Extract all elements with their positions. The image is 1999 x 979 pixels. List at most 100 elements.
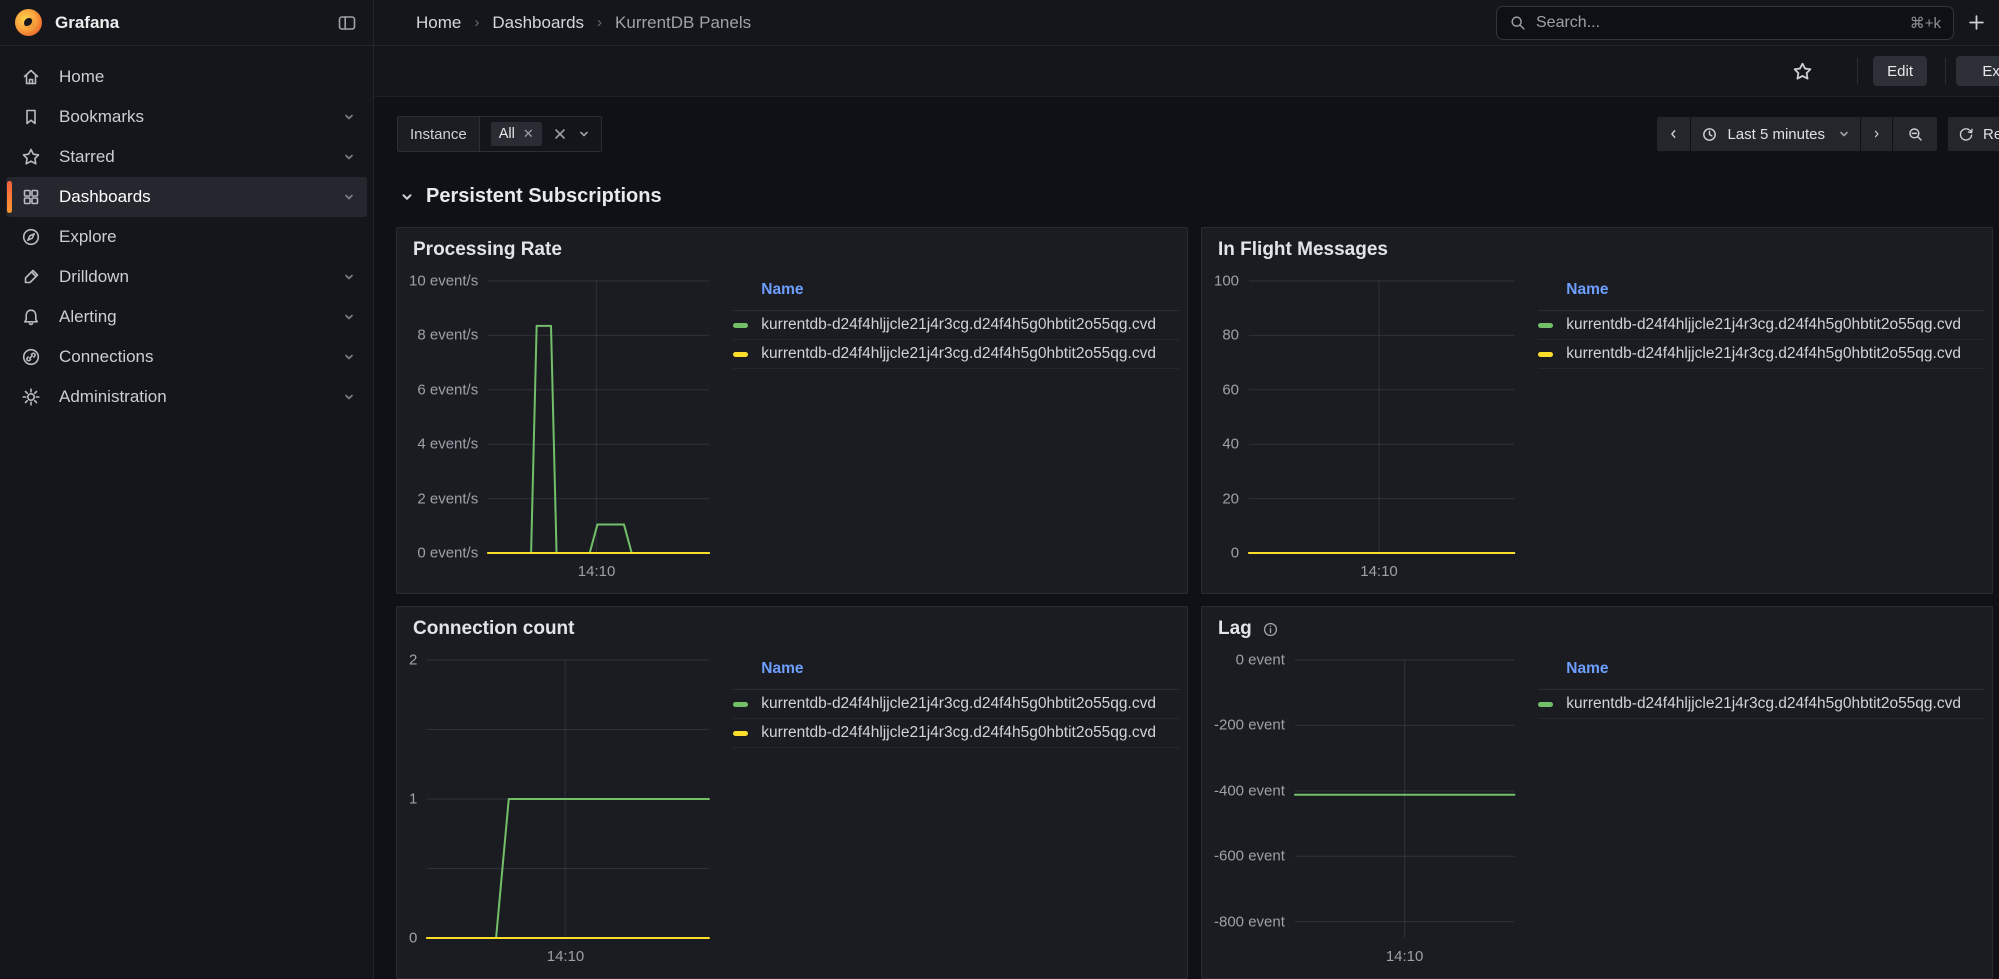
series-name: kurrentdb-d24f4hljjcle21j4r3cg.d24f4h5g0… xyxy=(1566,316,1961,334)
search-icon xyxy=(1509,14,1527,32)
add-plus-icon[interactable] xyxy=(1968,14,1985,31)
sidebar-item-bookmarks[interactable]: Bookmarks xyxy=(6,97,367,137)
legend-row[interactable]: kurrentdb-d24f4hljjcle21j4r3cg.d24f4h5g0… xyxy=(733,690,1179,719)
time-range-picker[interactable]: Last 5 minutes xyxy=(1691,117,1860,151)
dashboard-toolbar: Instance All ✕ Last 5 minutes xyxy=(397,117,1999,151)
bell-icon xyxy=(21,307,41,327)
row-title: Persistent Subscriptions xyxy=(426,185,662,208)
search-input[interactable]: Search... ⌘+k xyxy=(1496,6,1954,40)
chevron-down-icon xyxy=(343,111,355,123)
clear-all-icon[interactable] xyxy=(553,127,567,141)
panel-title[interactable]: Connection count xyxy=(413,618,574,640)
series-swatch xyxy=(1538,352,1553,357)
y-axis: 100100806040200 xyxy=(1214,281,1249,553)
legend-header-name[interactable]: Name xyxy=(733,660,1179,690)
plot-area[interactable]: 14:10 xyxy=(1249,281,1514,553)
zoom-out-time-button[interactable] xyxy=(1893,117,1937,151)
sidebar-item-explore[interactable]: Explore xyxy=(6,217,367,257)
instance-variable-value[interactable]: All ✕ xyxy=(480,117,601,151)
time-shift-back-button[interactable] xyxy=(1657,117,1690,151)
search-placeholder: Search... xyxy=(1536,14,1600,32)
legend-header-name[interactable]: Name xyxy=(1538,660,1984,690)
time-series-chart: 10 event/s10 event/s8 event/s6 event/s4 … xyxy=(409,281,709,553)
legend-row[interactable]: kurrentdb-d24f4hljjcle21j4r3cg.d24f4h5g0… xyxy=(1538,340,1984,369)
sidebar-item-alerting[interactable]: Alerting xyxy=(6,297,367,337)
series-swatch xyxy=(1538,702,1553,707)
home-icon xyxy=(21,67,41,87)
breadcrumb-separator: › xyxy=(597,14,602,31)
dashboard-actions-bar: Edit Export xyxy=(374,46,1999,97)
brand-title: Grafana xyxy=(55,13,119,33)
legend-row[interactable]: kurrentdb-d24f4hljjcle21j4r3cg.d24f4h5g0… xyxy=(1538,311,1984,340)
chevron-down-icon xyxy=(343,391,355,403)
sidebar-item-home[interactable]: Home xyxy=(6,57,367,97)
breadcrumb-current-page: KurrentDB Panels xyxy=(615,13,751,33)
legend-table: Name kurrentdb-d24f4hljjcle21j4r3cg.d24f… xyxy=(1538,660,1984,938)
grafana-logo-icon xyxy=(15,9,42,36)
refresh-button[interactable]: Refresh xyxy=(1948,117,1999,151)
time-controls: Last 5 minutes Refresh xyxy=(1657,117,1999,151)
y-axis: 2210 xyxy=(409,660,427,938)
breadcrumb: Home › Dashboards › KurrentDB Panels xyxy=(416,13,751,33)
panel-title[interactable]: Processing Rate xyxy=(413,239,562,261)
chevron-down-icon xyxy=(1838,128,1850,140)
row-persistent-subscriptions[interactable]: Persistent Subscriptions xyxy=(400,185,662,208)
chevron-down-icon[interactable] xyxy=(578,128,590,140)
plot-area[interactable]: 14:10 xyxy=(488,281,709,553)
export-button[interactable]: Export xyxy=(1956,56,1999,86)
legend-row[interactable]: kurrentdb-d24f4hljjcle21j4r3cg.d24f4h5g0… xyxy=(733,311,1179,340)
sidebar-item-label: Connections xyxy=(59,347,154,367)
sidebar-item-dashboards[interactable]: Dashboards xyxy=(6,177,367,217)
panel-title[interactable]: In Flight Messages xyxy=(1218,239,1388,261)
breadcrumb-separator: › xyxy=(474,14,479,31)
edit-button[interactable]: Edit xyxy=(1873,56,1927,86)
series-swatch xyxy=(1538,323,1553,328)
panel-lag: Lag -200 event0 event-200 event-400 even… xyxy=(1201,606,1993,979)
breadcrumb-dashboards[interactable]: Dashboards xyxy=(492,13,584,33)
breadcrumb-home[interactable]: Home xyxy=(416,13,461,33)
legend-header-name[interactable]: Name xyxy=(1538,281,1984,311)
series-name: kurrentdb-d24f4hljjcle21j4r3cg.d24f4h5g0… xyxy=(761,316,1156,334)
panel-title[interactable]: Lag xyxy=(1218,618,1279,640)
instance-variable: Instance All ✕ xyxy=(397,116,602,152)
instance-value-chip[interactable]: All ✕ xyxy=(491,122,542,146)
x-axis-label: 14:10 xyxy=(1386,948,1424,965)
chevron-down-icon xyxy=(343,151,355,163)
sidebar-item-label: Explore xyxy=(59,227,117,247)
info-icon[interactable] xyxy=(1262,621,1279,638)
dock-sidebar-icon[interactable] xyxy=(337,13,357,33)
refresh-label: Refresh xyxy=(1983,126,1999,143)
series-swatch xyxy=(733,352,748,357)
legend-row[interactable]: kurrentdb-d24f4hljjcle21j4r3cg.d24f4h5g0… xyxy=(733,719,1179,748)
legend-table: Name kurrentdb-d24f4hljjcle21j4r3cg.d24f… xyxy=(1538,281,1984,553)
plot-area[interactable]: 14:10 xyxy=(427,660,709,938)
time-shift-forward-button[interactable] xyxy=(1861,117,1892,151)
compass-icon xyxy=(21,227,41,247)
time-range-label: Last 5 minutes xyxy=(1727,126,1825,143)
link-circle-icon xyxy=(21,347,41,367)
remove-value-icon[interactable]: ✕ xyxy=(523,126,534,142)
series-name: kurrentdb-d24f4hljjcle21j4r3cg.d24f4h5g0… xyxy=(761,695,1156,713)
legend-row[interactable]: kurrentdb-d24f4hljjcle21j4r3cg.d24f4h5g0… xyxy=(733,340,1179,369)
sidebar: Grafana Home Bookmarks Starred Dashboard… xyxy=(0,0,374,979)
sidebar-item-label: Administration xyxy=(59,387,167,407)
clock-icon xyxy=(1701,126,1718,143)
sidebar-header: Grafana xyxy=(0,0,373,46)
series-name: kurrentdb-d24f4hljjcle21j4r3cg.d24f4h5g0… xyxy=(761,345,1156,363)
chevron-down-icon xyxy=(400,190,414,204)
chevron-down-icon xyxy=(343,271,355,283)
plot-area[interactable]: 14:10 xyxy=(1295,660,1514,938)
sidebar-item-drilldown[interactable]: Drilldown xyxy=(6,257,367,297)
sidebar-item-administration[interactable]: Administration xyxy=(6,377,367,417)
legend-header-name[interactable]: Name xyxy=(733,281,1179,311)
sidebar-item-label: Bookmarks xyxy=(59,107,144,127)
sidebar-item-connections[interactable]: Connections xyxy=(6,337,367,377)
sidebar-item-label: Dashboards xyxy=(59,187,151,207)
instance-chip-label: All xyxy=(499,126,515,142)
sidebar-item-starred[interactable]: Starred xyxy=(6,137,367,177)
sidebar-item-label: Starred xyxy=(59,147,115,167)
legend-row[interactable]: kurrentdb-d24f4hljjcle21j4r3cg.d24f4h5g0… xyxy=(1538,690,1984,719)
x-axis-label: 14:10 xyxy=(578,563,616,580)
star-dashboard-icon[interactable] xyxy=(1792,61,1813,82)
chevron-down-icon xyxy=(343,191,355,203)
